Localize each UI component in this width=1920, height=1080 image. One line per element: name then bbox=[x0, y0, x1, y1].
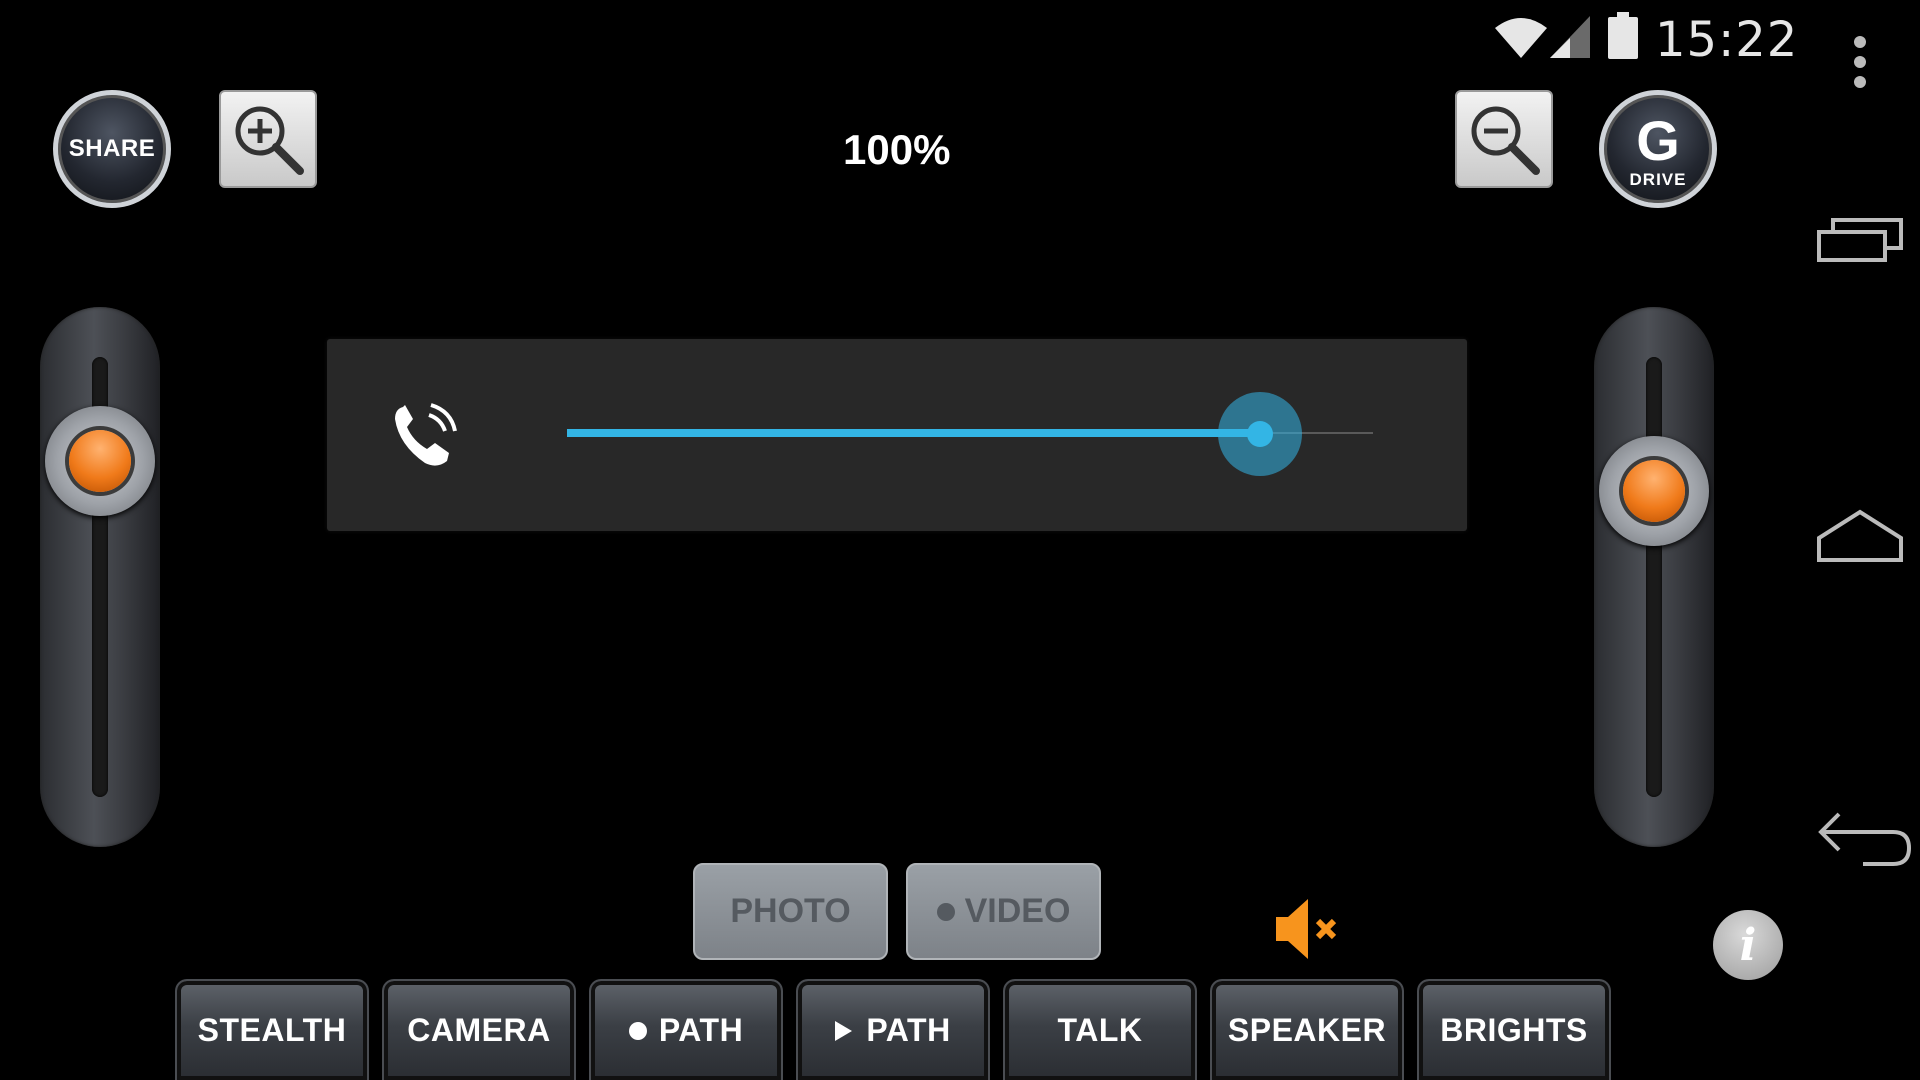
photo-label: PHOTO bbox=[730, 892, 851, 930]
share-button[interactable]: SHARE bbox=[53, 90, 171, 208]
speaker-label: SPEAKER bbox=[1227, 1012, 1387, 1048]
overflow-menu-icon[interactable] bbox=[1846, 34, 1874, 90]
video-button[interactable]: VIDEO bbox=[906, 863, 1101, 960]
zoom-in-icon bbox=[235, 106, 304, 175]
talk-button[interactable]: TALK bbox=[1003, 979, 1197, 1080]
slider-groove bbox=[1646, 357, 1662, 797]
photo-button[interactable]: PHOTO bbox=[693, 863, 888, 960]
status-clock: 15:22 bbox=[1655, 12, 1799, 68]
volume-fill bbox=[567, 429, 1261, 437]
play-path-button[interactable]: PATH bbox=[796, 979, 990, 1080]
battery-icon bbox=[1608, 12, 1638, 59]
talk-label: TALK bbox=[1057, 1012, 1143, 1048]
slider-knob[interactable] bbox=[45, 406, 155, 516]
brights-button[interactable]: BRIGHTS bbox=[1417, 979, 1611, 1080]
left-vertical-slider[interactable] bbox=[40, 307, 160, 847]
stealth-label: STEALTH bbox=[197, 1012, 347, 1048]
slider-knob[interactable] bbox=[1599, 436, 1709, 546]
camera-label: CAMERA bbox=[407, 1012, 551, 1048]
brights-label: BRIGHTS bbox=[1440, 1012, 1588, 1048]
info-icon: i bbox=[1739, 919, 1757, 971]
wifi-icon bbox=[1495, 18, 1547, 58]
right-vertical-slider[interactable] bbox=[1594, 307, 1714, 847]
back-icon[interactable] bbox=[1815, 808, 1915, 870]
record-dot-icon bbox=[628, 1021, 647, 1040]
speaker-button[interactable]: SPEAKER bbox=[1210, 979, 1404, 1080]
share-label: SHARE bbox=[68, 135, 156, 162]
camera-button[interactable]: CAMERA bbox=[382, 979, 576, 1080]
stealth-button[interactable]: STEALTH bbox=[175, 979, 369, 1080]
record-dot-icon bbox=[936, 902, 955, 921]
record-path-button[interactable]: PATH bbox=[589, 979, 783, 1080]
zoom-out-icon bbox=[1471, 106, 1540, 175]
zoom-in-button[interactable] bbox=[219, 90, 317, 188]
play-path-label: PATH bbox=[866, 1012, 951, 1048]
volume-thumb[interactable] bbox=[1218, 392, 1303, 476]
zoom-level-label: 100% bbox=[843, 126, 951, 173]
drive-logo-letter: G bbox=[1636, 108, 1680, 172]
drive-label: DRIVE bbox=[1629, 169, 1687, 189]
info-button[interactable]: i bbox=[1713, 910, 1783, 980]
recent-apps-icon[interactable] bbox=[1815, 214, 1905, 264]
signal-icon bbox=[1550, 16, 1590, 58]
record-path-label: PATH bbox=[658, 1012, 744, 1048]
play-icon bbox=[835, 1020, 853, 1041]
volume-dialog bbox=[327, 339, 1467, 531]
phone-ringing-icon bbox=[395, 403, 457, 466]
google-drive-button[interactable]: G DRIVE bbox=[1599, 90, 1717, 208]
zoom-out-button[interactable] bbox=[1455, 90, 1553, 188]
home-icon[interactable] bbox=[1815, 508, 1905, 564]
speaker-muted-icon[interactable] bbox=[1272, 893, 1342, 965]
video-label: VIDEO bbox=[964, 892, 1071, 930]
